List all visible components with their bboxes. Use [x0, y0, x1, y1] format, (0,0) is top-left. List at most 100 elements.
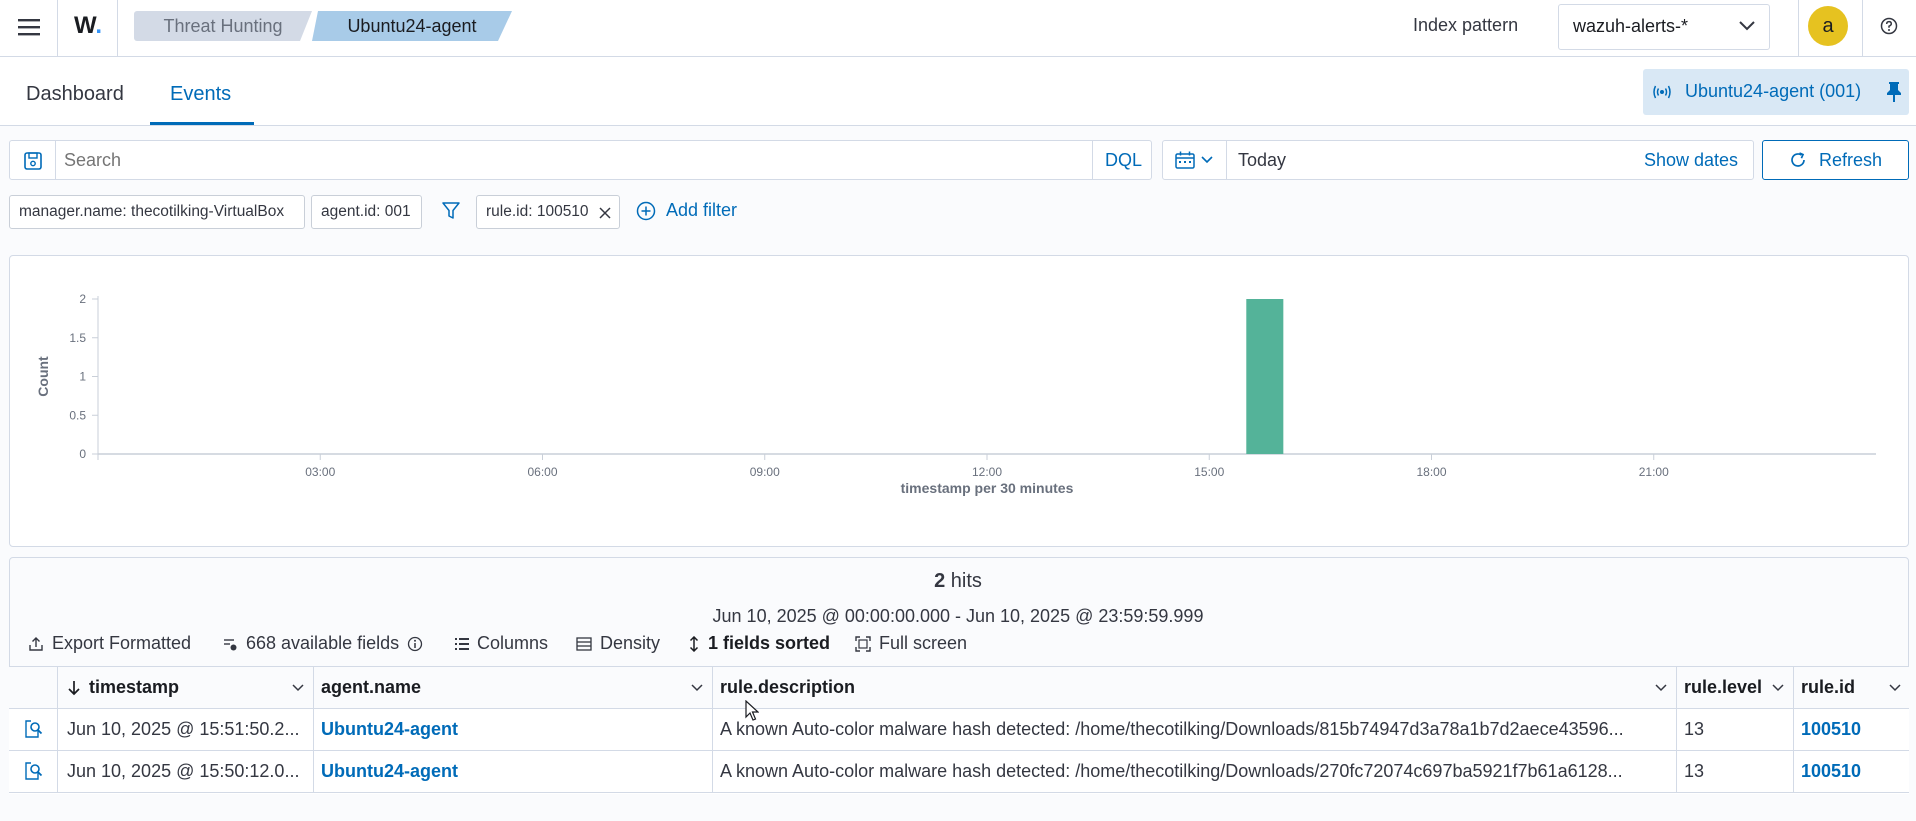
list-icon [455, 637, 469, 651]
hamburger-icon[interactable] [18, 17, 40, 37]
avatar[interactable]: a [1808, 6, 1848, 46]
column-actions-icon[interactable] [691, 684, 703, 692]
hits-count: 2 [934, 570, 946, 592]
index-pattern-select[interactable]: wazuh-alerts-* [1558, 4, 1770, 50]
plus-circle-icon [636, 201, 656, 221]
refresh-button[interactable]: Refresh [1762, 140, 1909, 180]
histogram-panel: 2 1.5 1 0.5 0 03:00 06:00 09:00 12:00 15:00 18:00 2… [9, 255, 1909, 547]
column-header-rule-id[interactable]: rule.id [1801, 677, 1855, 698]
table-density-icon [576, 636, 592, 651]
broadcast-icon [1652, 84, 1672, 100]
column-actions-icon[interactable] [1655, 684, 1667, 692]
cell-agent-link[interactable]: Ubuntu24-agent [321, 761, 458, 782]
export-button[interactable]: Export Formatted [28, 633, 191, 654]
mouse-cursor-icon [745, 700, 759, 722]
filter-pill-rule[interactable]: rule.id: 100510 [476, 195, 620, 229]
show-dates-button[interactable]: Show dates [1644, 150, 1738, 171]
export-label: Export Formatted [52, 633, 192, 653]
tab-events[interactable]: Events [170, 83, 231, 106]
y-tick-label: 2 [79, 292, 86, 306]
x-tick-label: 21:00 [1639, 465, 1669, 479]
search-input[interactable] [62, 145, 1096, 175]
sort-label: 1 fields sorted [708, 633, 831, 653]
column-header-rule-level[interactable]: rule.level [1684, 677, 1762, 698]
y-axis-title: Count [35, 356, 51, 397]
help-icon[interactable] [1880, 17, 1898, 35]
query-language-button[interactable]: DQL [1092, 141, 1153, 179]
x-tick-label: 18:00 [1416, 465, 1446, 479]
tab-dashboard[interactable]: Dashboard [26, 83, 124, 106]
y-tick-label: 1 [79, 370, 86, 384]
add-filter-button[interactable]: Add filter [636, 200, 737, 221]
agent-badge[interactable]: Ubuntu24-agent (001) [1643, 69, 1909, 115]
top-bar: W. Threat Hunting Ubuntu24-agent Index p… [0, 0, 1916, 57]
cell-agent-link[interactable]: Ubuntu24-agent [321, 719, 458, 740]
cell-rule-id-link[interactable]: 100510 [1801, 719, 1861, 740]
column-header-rule-description[interactable]: rule.description [720, 677, 855, 698]
column-actions-icon[interactable] [292, 684, 304, 692]
sort-button[interactable]: 1 fields sorted [688, 633, 830, 654]
filter-pill-manager[interactable]: manager.name: thecotilking-VirtualBox [9, 195, 305, 229]
fullscreen-icon [855, 635, 871, 652]
date-value[interactable]: Today [1238, 150, 1286, 171]
close-icon[interactable] [599, 207, 611, 219]
divider [1862, 0, 1863, 56]
index-pattern-label: Index pattern [1413, 15, 1519, 35]
query-language-label: DQL [1105, 150, 1143, 170]
column-header-timestamp[interactable]: timestamp [67, 677, 179, 698]
y-tick-label: 0 [79, 447, 86, 461]
divider [57, 0, 58, 56]
breadcrumb-agent[interactable]: Ubuntu24-agent [312, 11, 512, 41]
sort-icon [688, 635, 700, 652]
x-tick-label: 09:00 [750, 465, 780, 479]
wazuh-logo[interactable]: W. [74, 12, 102, 40]
quick-date-menu[interactable] [1163, 141, 1227, 179]
export-icon [28, 636, 44, 652]
inspect-document-icon[interactable] [23, 719, 43, 739]
index-pattern-value: wazuh-alerts-* [1573, 16, 1689, 36]
fullscreen-button[interactable]: Full screen [855, 633, 967, 654]
x-axis-title: timestamp per 30 minutes [901, 480, 1074, 496]
column-actions-icon[interactable] [1889, 684, 1901, 692]
saved-query-button[interactable] [10, 141, 56, 179]
pin-icon[interactable] [1887, 82, 1901, 102]
cell-rule-level: 13 [1684, 719, 1705, 739]
columns-button[interactable]: Columns [455, 633, 548, 654]
save-icon [23, 151, 43, 171]
x-tick-label: 03:00 [305, 465, 335, 479]
column-header-label: timestamp [89, 677, 180, 697]
agent-badge-label: Ubuntu24-agent (001) [1685, 81, 1862, 101]
column-header-agent-name[interactable]: agent.name [321, 677, 421, 698]
chevron-down-icon [1739, 21, 1755, 31]
hits-label: hits [950, 570, 982, 592]
refresh-icon [1789, 151, 1807, 169]
search-bar: DQL [9, 140, 1152, 180]
fields-label: 668 available fields [246, 633, 400, 653]
cell-rule-description: A known Auto-color malware hash detected… [720, 761, 1623, 781]
histogram-chart[interactable]: 2 1.5 1 0.5 0 03:00 06:00 09:00 12:00 15:00 18:00 2… [10, 256, 1908, 546]
filter-icon[interactable] [442, 202, 460, 220]
density-button[interactable]: Density [576, 633, 660, 654]
chevron-down-icon [1201, 156, 1213, 164]
available-fields-button[interactable]: 668 available fields [222, 633, 423, 654]
active-tab-indicator [150, 122, 254, 125]
x-tick-label: 12:00 [972, 465, 1002, 479]
divider [117, 0, 118, 56]
fullscreen-label: Full screen [879, 633, 968, 653]
cell-rule-description: A known Auto-color malware hash detected… [720, 719, 1624, 739]
logo-text: W [74, 12, 96, 39]
data-grid: timestamp agent.name rule.description ru… [9, 666, 1909, 794]
refresh-label: Refresh [1819, 150, 1883, 170]
tabs-bar: Dashboard Events Ubuntu24-agent (001) [0, 57, 1916, 126]
x-tick-label: 06:00 [527, 465, 557, 479]
filter-pill-label: rule.id: 100510 [486, 203, 589, 220]
filter-pill-agent[interactable]: agent.id: 001 [311, 195, 422, 229]
cell-timestamp: Jun 10, 2025 @ 15:51:50.2... [67, 719, 300, 739]
inspect-document-icon[interactable] [23, 761, 43, 781]
cell-timestamp: Jun 10, 2025 @ 15:50:12.0... [67, 761, 300, 781]
cell-rule-id-link[interactable]: 100510 [1801, 761, 1861, 782]
column-actions-icon[interactable] [1772, 684, 1784, 692]
breadcrumb-threat-hunting[interactable]: Threat Hunting [134, 11, 312, 41]
y-tick-label: 0.5 [69, 408, 86, 422]
sort-desc-icon [67, 680, 81, 696]
